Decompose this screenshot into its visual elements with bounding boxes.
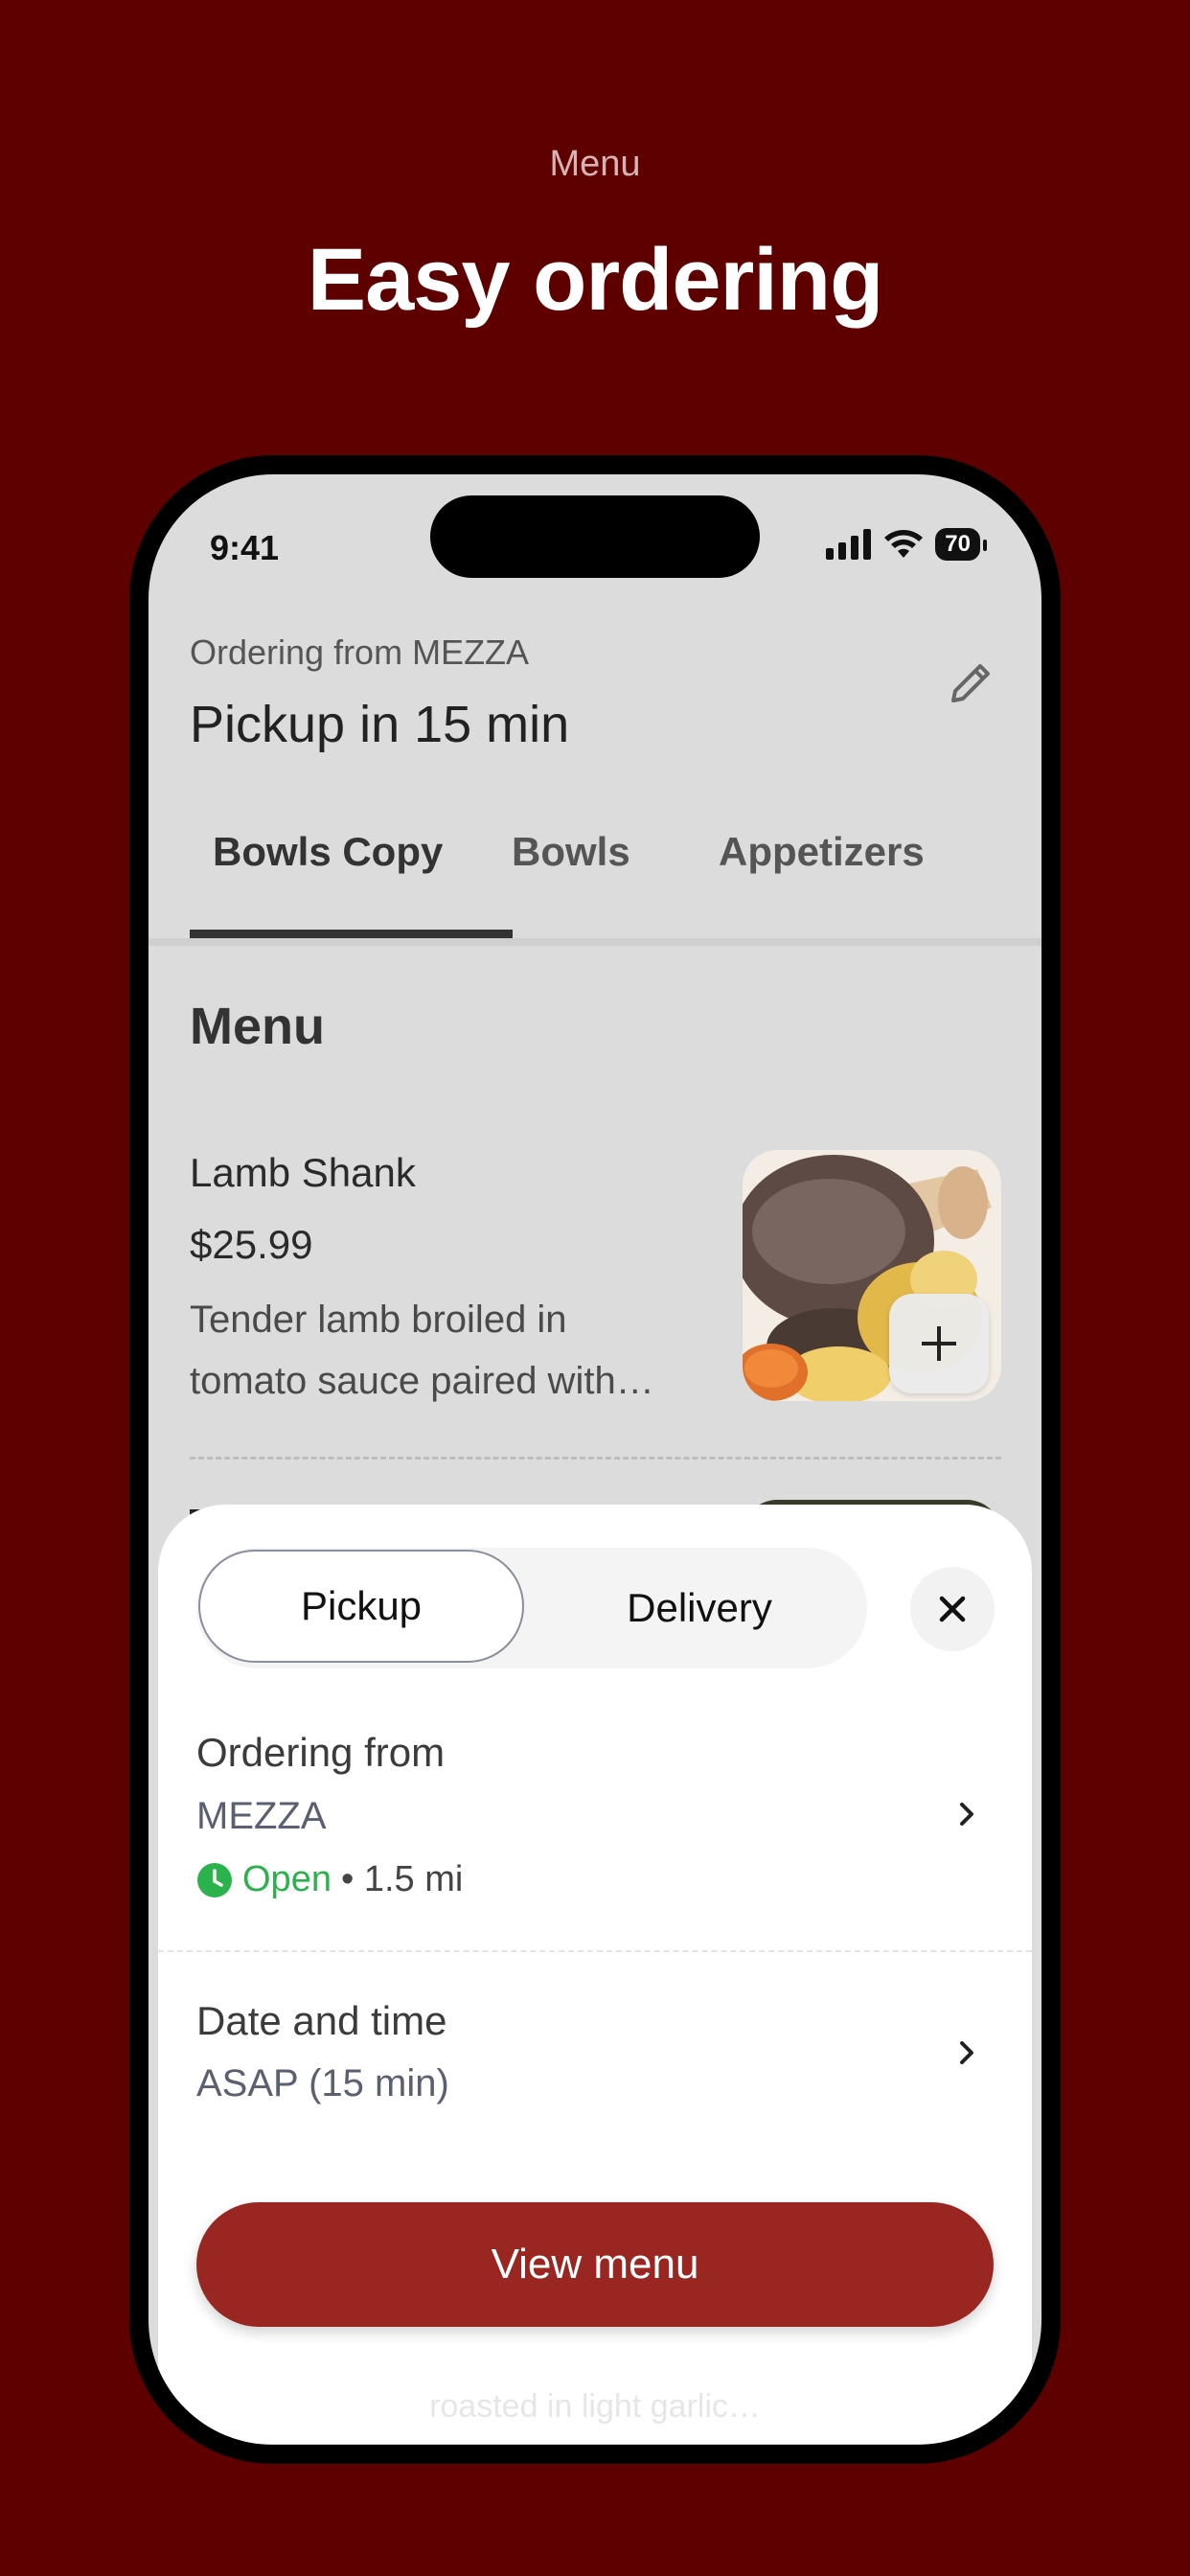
clock-icon (197, 1862, 232, 1898)
chevron-right-icon[interactable] (953, 2034, 982, 2072)
item-name[interactable]: Lamb Shank (190, 1150, 416, 1196)
close-button[interactable] (910, 1567, 995, 1651)
item-divider (190, 1457, 1001, 1460)
plus-icon (922, 1326, 956, 1361)
tab-bowls[interactable]: Bowls (512, 829, 630, 934)
menu-heading: Menu (190, 998, 325, 1055)
ordering-from-label[interactable]: Ordering from (196, 1730, 445, 1776)
page-headline: Easy ordering (307, 231, 884, 329)
tabs-divider (149, 938, 1041, 946)
close-icon (939, 1596, 966, 1622)
delivery-option[interactable]: Delivery (532, 1548, 867, 1668)
status-indicators: 70 (826, 528, 987, 561)
item-description: Tender lamb broiled in tomato sauce pair… (190, 1299, 654, 1402)
phone-screen: 9:41 70 Ordering from MEZZA Pickup in 15… (149, 474, 1041, 2445)
dynamic-island (430, 495, 760, 578)
open-status: Open (242, 1859, 332, 1899)
add-item-button[interactable] (889, 1294, 989, 1393)
location-name: MEZZA (196, 1795, 327, 1837)
date-time-label[interactable]: Date and time (196, 1998, 446, 2044)
active-tab-indicator (190, 930, 513, 938)
page-eyebrow: Menu (549, 144, 641, 184)
tab-appetizers[interactable]: Appetizers (719, 829, 925, 934)
ordering-from-line: Ordering from MEZZA (190, 632, 530, 672)
date-time-value: ASAP (15 min) (196, 2062, 449, 2104)
wifi-icon (884, 530, 924, 558)
next-item-description-peek: roasted in light garlic… (429, 2388, 761, 2425)
view-menu-button[interactable]: View menu (196, 2202, 994, 2327)
pickup-option[interactable]: Pickup (198, 1550, 524, 1663)
store-distance: • 1.5 mi (340, 1859, 464, 1899)
chevron-right-icon[interactable] (953, 1795, 982, 1833)
signal-icon (826, 529, 872, 560)
store-status-line: Open • 1.5 mi (196, 1859, 463, 1900)
category-tabs: Bowls Copy Bowls Appetizers (190, 829, 1041, 934)
order-mode-sheet: Pickup Delivery Ordering from MEZZA Open… (158, 1505, 1032, 2444)
pickup-eta-title: Pickup in 15 min (190, 696, 570, 753)
item-price: $25.99 (190, 1222, 313, 1267)
mode-segmented-control: Pickup Delivery (196, 1548, 867, 1668)
tab-bowls-copy[interactable]: Bowls Copy (213, 829, 443, 934)
sheet-divider (158, 1950, 1032, 1952)
status-time: 9:41 (210, 528, 280, 567)
pencil-icon[interactable] (942, 655, 999, 712)
battery-indicator: 70 (935, 528, 987, 561)
